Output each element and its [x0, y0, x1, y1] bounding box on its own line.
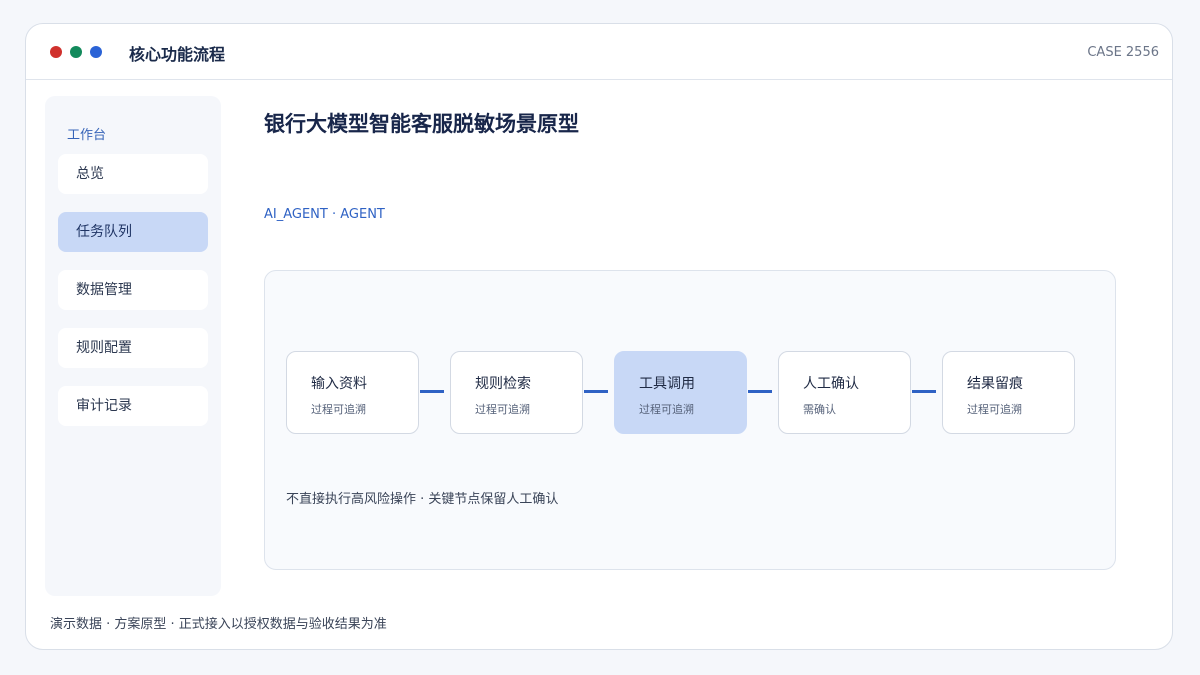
sidebar-heading: 工作台 — [67, 128, 107, 143]
step-subtitle: 需确认 — [803, 403, 836, 416]
flow-panel: 输入资料 过程可追溯 规则检索 过程可追溯 工具调用 过程可追溯 人工确认 需确… — [264, 270, 1116, 570]
step-title: 规则检索 — [475, 376, 531, 392]
case-id: CASE 2556 — [1087, 45, 1159, 60]
step-title: 工具调用 — [639, 376, 695, 392]
title-bar: 核心功能流程 CASE 2556 — [26, 24, 1172, 80]
sidebar-item-data-management[interactable]: 数据管理 — [58, 270, 208, 310]
minimize-dot-icon[interactable] — [90, 46, 102, 58]
flow-note: 不直接执行高风险操作 · 关键节点保留人工确认 — [286, 492, 559, 507]
flow-connector — [584, 390, 608, 393]
maximize-dot-icon[interactable] — [70, 46, 82, 58]
flow-step-result-trace[interactable]: 结果留痕 过程可追溯 — [942, 351, 1075, 434]
sidebar-item-rule-config[interactable]: 规则配置 — [58, 328, 208, 368]
flow-connector — [748, 390, 772, 393]
step-subtitle: 过程可追溯 — [639, 403, 694, 416]
step-title: 结果留痕 — [967, 376, 1023, 392]
flow-connector — [420, 390, 444, 393]
step-subtitle: 过程可追溯 — [311, 403, 366, 416]
app-window: 核心功能流程 CASE 2556 工作台 总览 任务队列 数据管理 规则配置 审… — [25, 23, 1173, 650]
tag-line: AI_AGENT · AGENT — [264, 207, 385, 222]
footer-note: 演示数据 · 方案原型 · 正式接入以授权数据与验收结果为准 — [50, 617, 387, 632]
flow-step-rule-search[interactable]: 规则检索 过程可追溯 — [450, 351, 583, 434]
flow-step-tool-call[interactable]: 工具调用 过程可追溯 — [614, 351, 747, 434]
sidebar-item-task-queue[interactable]: 任务队列 — [58, 212, 208, 252]
window-title: 核心功能流程 — [129, 45, 226, 64]
sidebar-item-audit-log[interactable]: 审计记录 — [58, 386, 208, 426]
step-title: 输入资料 — [311, 376, 367, 392]
step-title: 人工确认 — [803, 376, 859, 392]
page-title: 银行大模型智能客服脱敏场景原型 — [264, 112, 579, 136]
step-subtitle: 过程可追溯 — [475, 403, 530, 416]
step-subtitle: 过程可追溯 — [967, 403, 1022, 416]
sidebar: 工作台 总览 任务队列 数据管理 规则配置 审计记录 — [45, 96, 221, 596]
flow-connector — [912, 390, 936, 393]
flow-step-input[interactable]: 输入资料 过程可追溯 — [286, 351, 419, 434]
flow-step-human-confirm[interactable]: 人工确认 需确认 — [778, 351, 911, 434]
sidebar-item-overview[interactable]: 总览 — [58, 154, 208, 194]
close-dot-icon[interactable] — [50, 46, 62, 58]
